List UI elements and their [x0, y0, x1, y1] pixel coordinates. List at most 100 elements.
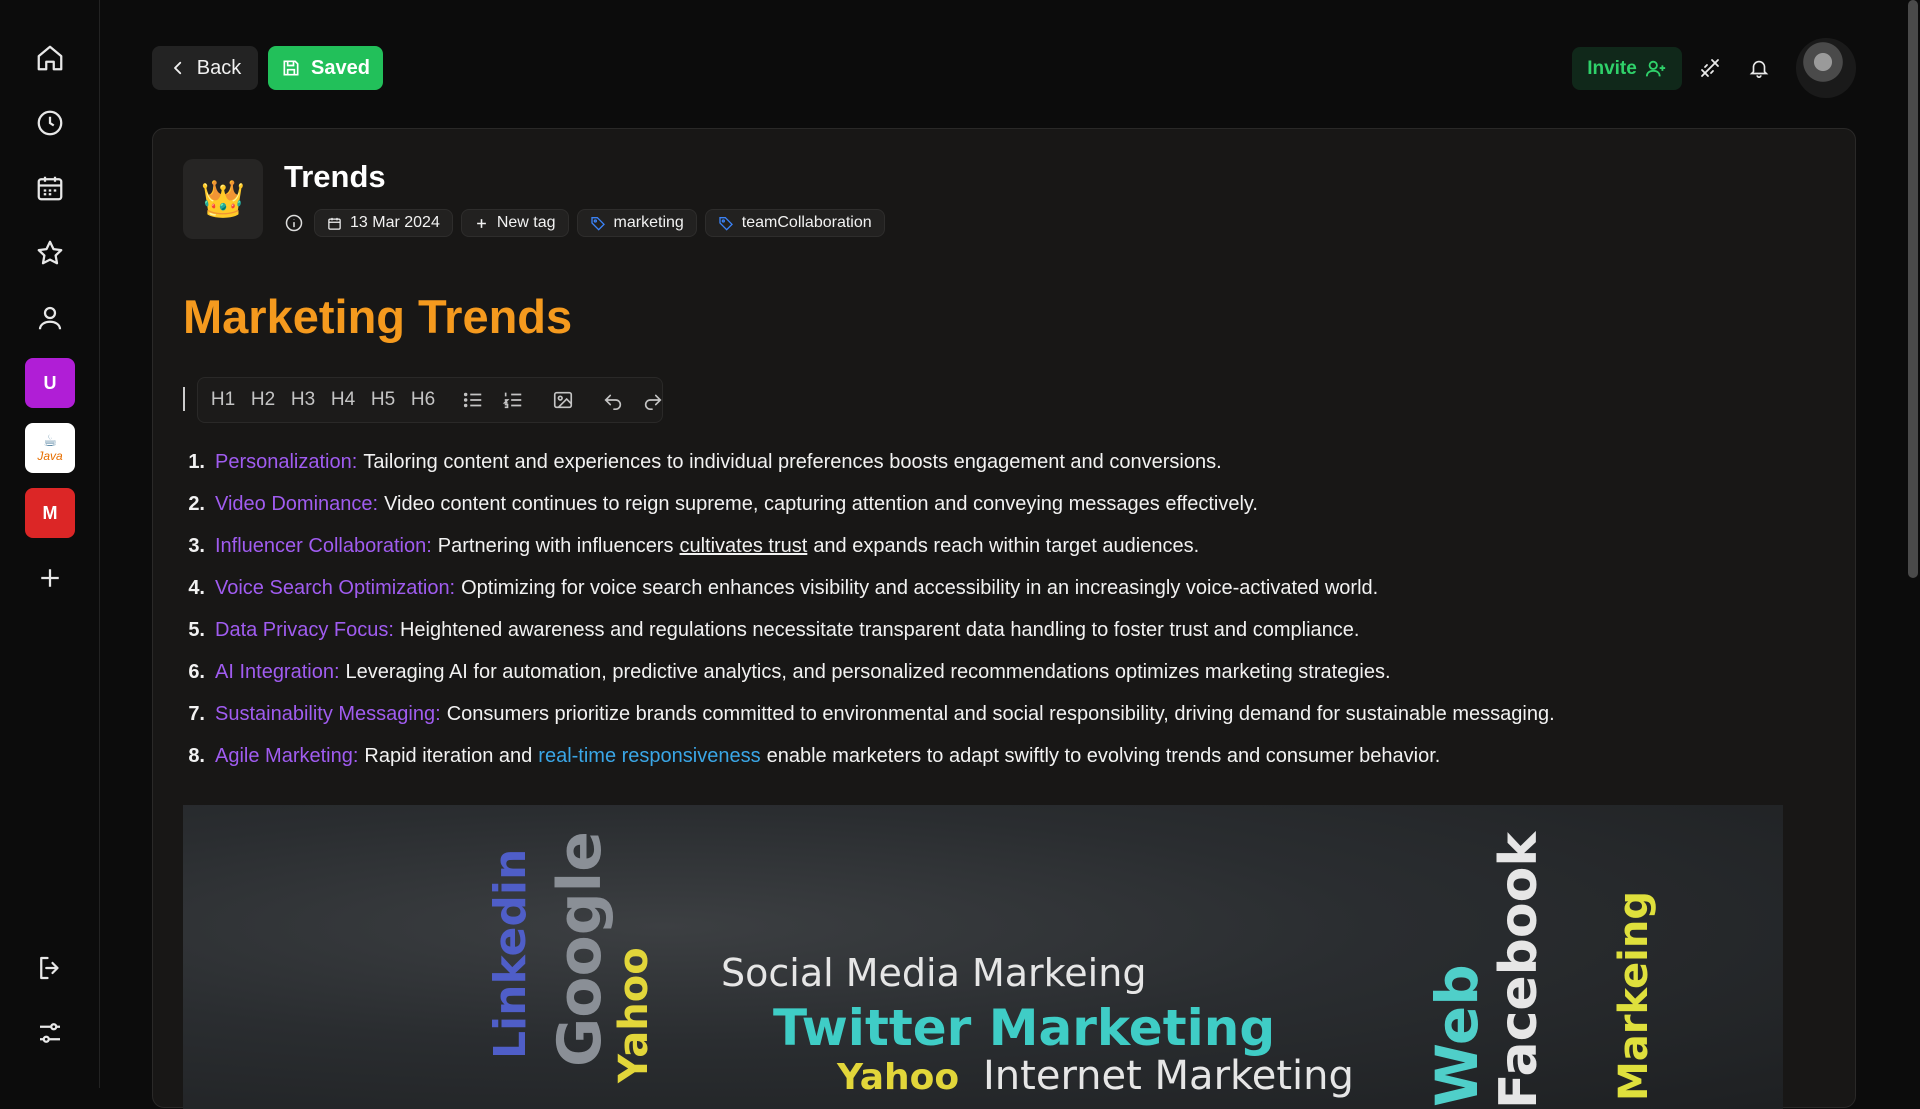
workspace-m[interactable]: M	[25, 488, 75, 538]
document-heading[interactable]: Marketing Trends	[183, 289, 572, 344]
add-workspace-icon[interactable]	[24, 552, 76, 604]
list-text: Consumers prioritize brands committed to…	[446, 702, 1555, 725]
h2-button[interactable]: H2	[248, 385, 278, 415]
image-icon[interactable]	[548, 385, 578, 415]
numbered-list-icon[interactable]	[498, 385, 528, 415]
calendar-icon[interactable]	[24, 162, 76, 214]
list-item[interactable]: 2. Video Dominance: Video content contin…	[183, 483, 1823, 525]
tag-icon	[719, 217, 733, 231]
bell-icon[interactable]	[1745, 54, 1773, 82]
new-tag-button[interactable]: New tag	[460, 209, 569, 237]
list-term: Data Privacy Focus:	[215, 618, 394, 641]
list-item[interactable]: 1. Personalization: Tailoring content an…	[183, 441, 1823, 483]
date-chip[interactable]: 13 Mar 2024	[314, 209, 453, 237]
home-icon[interactable]	[24, 32, 76, 84]
trends-list: 1. Personalization: Tailoring content an…	[183, 441, 1823, 777]
user-icon[interactable]	[24, 292, 76, 344]
floppy-disk-icon	[283, 60, 299, 76]
list-number: 6.	[188, 660, 205, 683]
tools-icon[interactable]	[1696, 54, 1724, 82]
settings-sliders-icon[interactable]	[24, 1007, 76, 1059]
image-word-yahoo-2: Yahoo	[837, 1057, 960, 1098]
image-word-linkedin: Linkedin	[485, 848, 536, 1059]
list-item[interactable]: 3. Influencer Collaboration: Partnering …	[183, 525, 1823, 567]
workspace-u[interactable]: U	[25, 358, 75, 408]
list-text: Rapid iteration and	[364, 744, 533, 767]
list-number: 4.	[188, 576, 205, 599]
list-number: 3.	[188, 534, 205, 557]
image-word-social: Social Media Markeing	[721, 951, 1147, 995]
crown-icon: 👑	[200, 178, 246, 219]
list-item[interactable]: 6. AI Integration: Leveraging AI for aut…	[183, 651, 1823, 693]
saved-label: Saved	[311, 56, 370, 79]
list-item[interactable]: 5. Data Privacy Focus: Heightened awaren…	[183, 609, 1823, 651]
list-term: Sustainability Messaging:	[215, 702, 441, 725]
h3-button[interactable]: H3	[288, 385, 318, 415]
image-word-twitter: Twitter Marketing	[773, 999, 1276, 1057]
h6-button[interactable]: H6	[408, 385, 438, 415]
tag-chip[interactable]: teamCollaboration	[704, 209, 885, 237]
tag-label: marketing	[613, 214, 684, 231]
list-term: Video Dominance:	[215, 492, 379, 515]
image-word-web: Web	[1423, 964, 1491, 1107]
list-term: Voice Search Optimization:	[215, 576, 456, 599]
list-text: Partnering with influencers	[437, 534, 674, 557]
h1-button[interactable]: H1	[208, 385, 238, 415]
sidebar: U ☕ Java M	[0, 0, 100, 1088]
list-text: Heightened awareness and regulations nec…	[399, 618, 1360, 641]
h3-label: H3	[290, 389, 316, 410]
list-term: AI Integration:	[215, 660, 340, 683]
h4-button[interactable]: H4	[328, 385, 358, 415]
bullet-list-icon[interactable]	[458, 385, 488, 415]
workspace-java-label: Java	[37, 449, 63, 463]
image-word-yahoo: Yahoo	[611, 947, 657, 1083]
h2-label: H2	[250, 389, 276, 410]
saved-button[interactable]: Saved	[268, 46, 383, 90]
plus-icon	[476, 218, 486, 228]
document-emoji[interactable]: 👑	[183, 159, 263, 239]
page-scrollbar[interactable]	[1908, 0, 1918, 578]
list-number: 2.	[188, 492, 205, 515]
clock-icon[interactable]	[24, 97, 76, 149]
calendar-icon	[328, 217, 341, 230]
list-term: Agile Marketing:	[215, 744, 359, 767]
h6-label: H6	[410, 389, 436, 410]
back-button[interactable]: Back	[152, 46, 258, 90]
list-text: Tailoring content and experiences to ind…	[363, 450, 1222, 473]
redo-icon[interactable]	[638, 385, 668, 415]
list-text: Leveraging AI for automation, predictive…	[345, 660, 1391, 683]
inline-link[interactable]: real-time responsiveness	[538, 745, 760, 768]
list-text: and expands reach within target audience…	[813, 534, 1200, 557]
invite-button[interactable]: Invite	[1572, 47, 1682, 90]
list-number: 8.	[188, 744, 205, 767]
star-icon[interactable]	[24, 227, 76, 279]
logout-icon[interactable]	[24, 942, 76, 994]
invite-label: Invite	[1587, 57, 1637, 79]
list-item[interactable]: 7. Sustainability Messaging: Consumers p…	[183, 693, 1823, 735]
document-card: 👑 Trends 13 Mar 2024 New tag marketing t…	[152, 128, 1856, 1109]
undo-icon[interactable]	[598, 385, 628, 415]
document-title[interactable]: Trends	[284, 159, 386, 195]
list-term: Personalization:	[215, 450, 358, 473]
chalkboard-image: Linkedin Google Yahoo Social Media Marke…	[183, 805, 1783, 1109]
workspace-java[interactable]: ☕ Java	[25, 423, 75, 473]
workspace-m-letter: M	[42, 502, 58, 523]
chevron-left-icon	[173, 61, 181, 75]
java-cup-icon: ☕	[42, 433, 58, 450]
text-caret	[183, 387, 185, 411]
image-word-internet: Internet Marketing	[983, 1053, 1354, 1099]
tag-chip[interactable]: marketing	[576, 209, 697, 237]
editor-toolbar: H1 H2 H3 H4 H5 H6	[197, 377, 663, 423]
back-label: Back	[196, 56, 242, 79]
avatar[interactable]	[1796, 38, 1856, 98]
list-item[interactable]: 4. Voice Search Optimization: Optimizing…	[183, 567, 1823, 609]
document-meta: 13 Mar 2024 New tag marketing teamCollab…	[284, 209, 885, 237]
list-item[interactable]: 8. Agile Marketing: Rapid iteration and …	[183, 735, 1823, 777]
h5-button[interactable]: H5	[368, 385, 398, 415]
info-icon[interactable]	[284, 213, 304, 233]
underlined-text: cultivates trust	[679, 534, 808, 557]
list-text: Optimizing for voice search enhances vis…	[461, 576, 1379, 599]
h1-label: H1	[210, 389, 236, 410]
list-number: 7.	[188, 702, 205, 725]
tag-label: teamCollaboration	[741, 214, 872, 231]
